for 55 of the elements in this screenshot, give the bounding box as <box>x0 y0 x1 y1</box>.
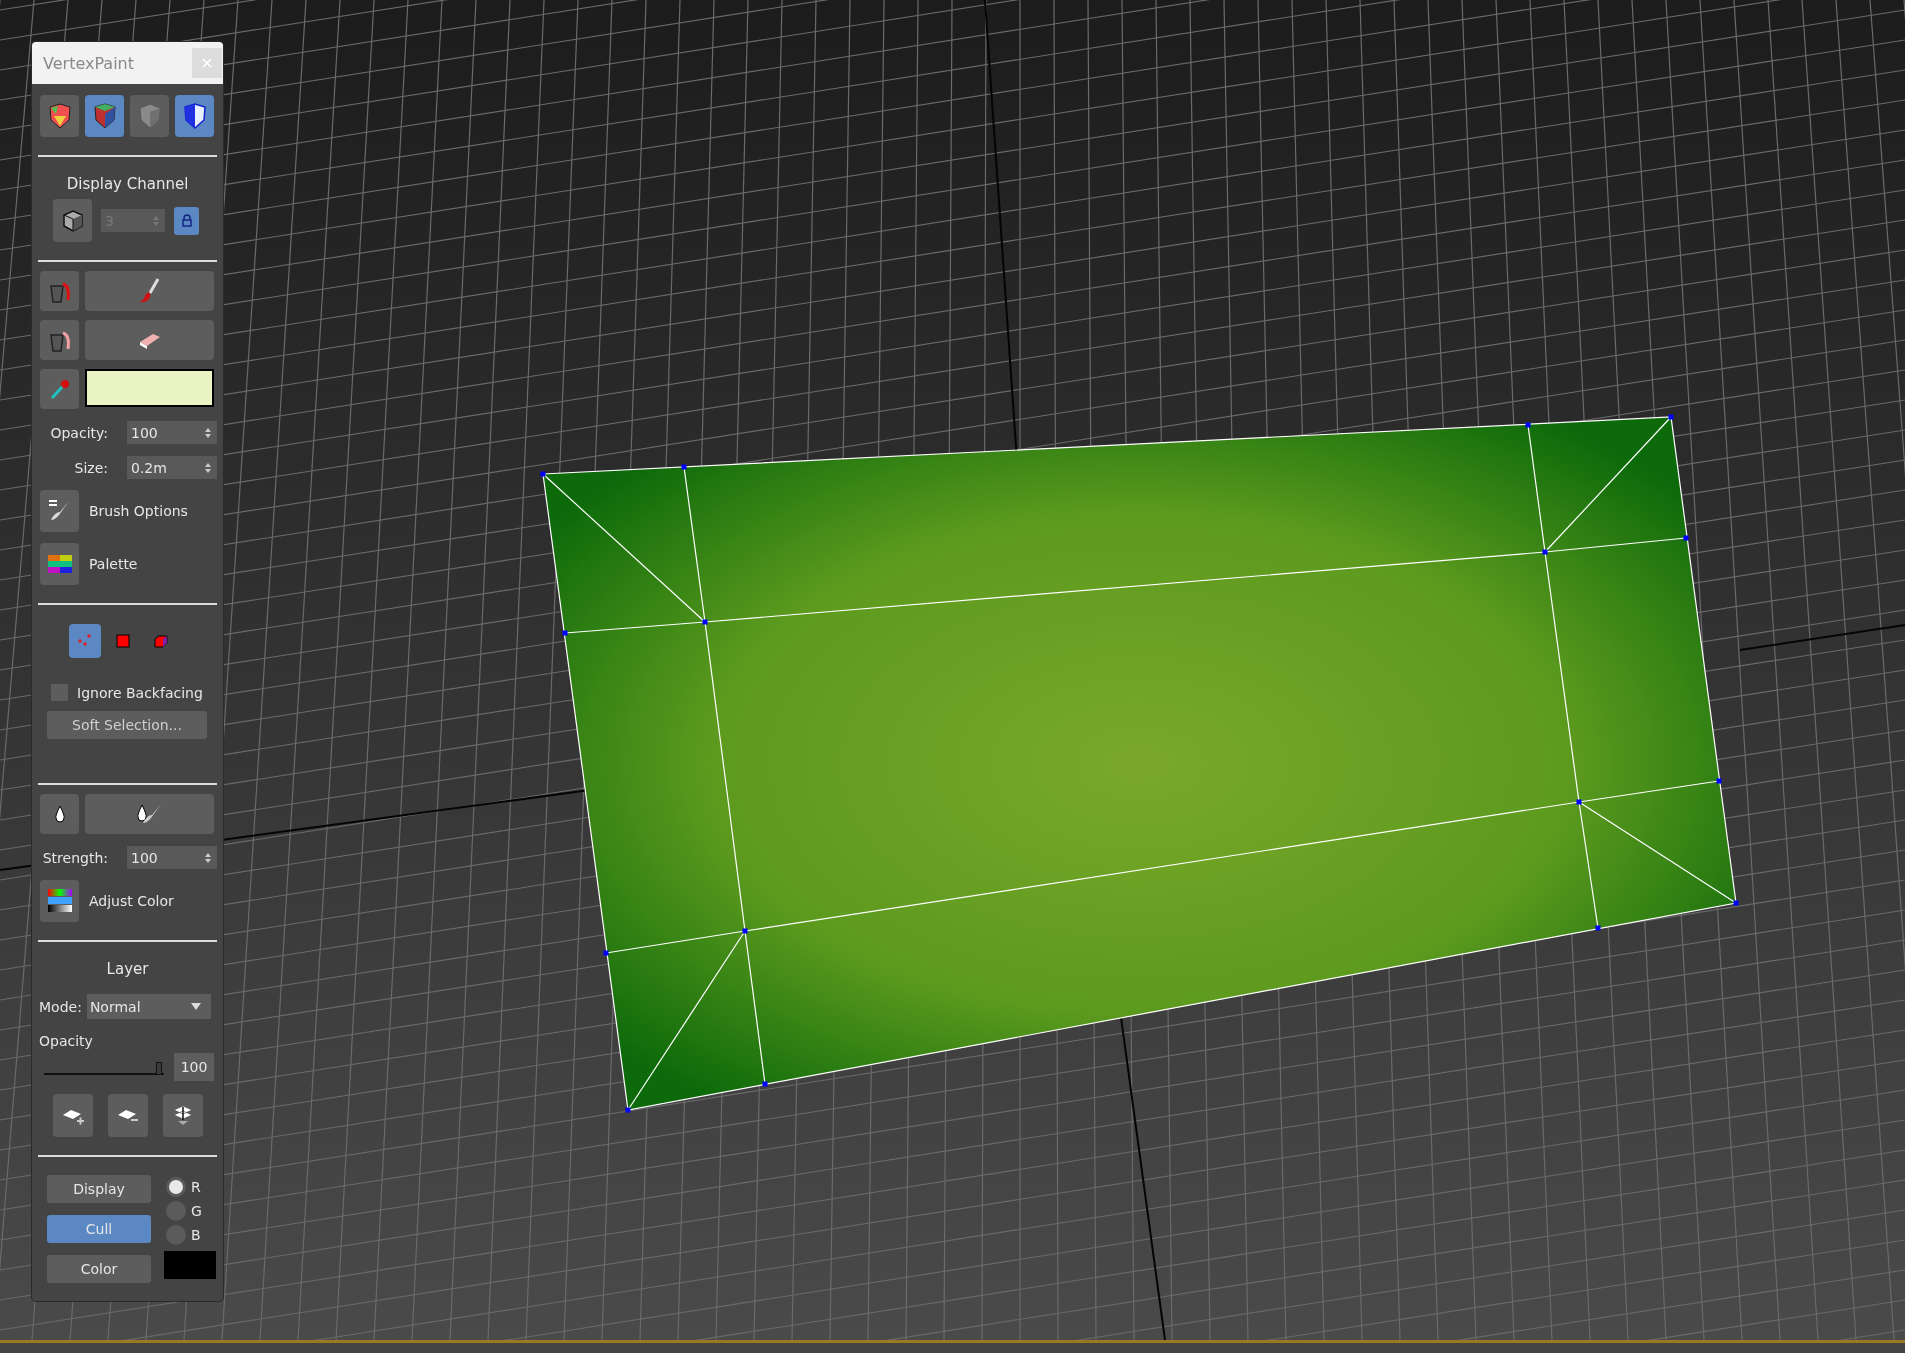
section-label: Layer <box>105 960 150 978</box>
opacity-spinner[interactable]: 100 <box>127 421 217 444</box>
paint-all-button[interactable] <box>40 271 79 311</box>
radio-button[interactable] <box>166 1177 186 1197</box>
palette-button[interactable] <box>40 543 79 585</box>
button-label: Palette <box>89 556 138 572</box>
strength-spinner[interactable]: 100 <box>127 846 217 869</box>
view-option-button[interactable]: Color <box>47 1255 151 1283</box>
view-option-button[interactable]: Display <box>47 1175 151 1203</box>
vertex-mode-button[interactable] <box>68 624 101 658</box>
checkbox-label: Ignore Backfacing <box>77 684 203 701</box>
button-label: Adjust Color <box>89 893 174 909</box>
radio-label: B <box>191 1227 201 1243</box>
palette-icon <box>47 555 72 573</box>
erase-button[interactable] <box>85 320 214 360</box>
opacity-value-field[interactable]: 100 <box>174 1053 214 1081</box>
window-title: VertexPaint <box>43 53 135 73</box>
delete-layer-button[interactable] <box>107 1094 148 1137</box>
lock-icon <box>180 213 193 228</box>
brush-options-button[interactable] <box>40 490 79 532</box>
size-spinner[interactable]: 0.2m <box>127 456 217 479</box>
color-gradient-icon <box>47 889 72 913</box>
new-layer-button[interactable] <box>52 1094 93 1137</box>
radio-label: G <box>191 1203 202 1219</box>
vertex-dots-icon <box>76 633 93 649</box>
drop-icon <box>52 804 67 824</box>
checkbox[interactable] <box>51 684 68 701</box>
channel-picker-button[interactable] <box>53 199 92 242</box>
display-mode-button[interactable] <box>40 95 79 137</box>
merge-layers-button[interactable] <box>162 1094 203 1137</box>
paint-color-swatch[interactable] <box>85 369 214 407</box>
strength-label: Strength: <box>41 849 108 866</box>
opacity-label: Opacity: <box>49 424 108 441</box>
radio-label: R <box>191 1179 201 1195</box>
color-picker-button[interactable] <box>40 369 79 409</box>
dropdown-arrow-icon <box>190 1002 201 1011</box>
square-icon <box>114 633 131 649</box>
opacity-slider[interactable] <box>44 1060 164 1078</box>
slider-thumb[interactable] <box>156 1062 162 1075</box>
mode-label: Mode: <box>39 998 82 1015</box>
blur-brush-button[interactable] <box>85 794 214 834</box>
soft-selection-button[interactable]: Soft Selection... <box>47 711 207 739</box>
blur-all-button[interactable] <box>40 794 79 834</box>
size-label: Size: <box>73 459 108 476</box>
close-icon <box>202 58 212 68</box>
adjust-color-button[interactable] <box>40 880 79 922</box>
opacity-label: Opacity <box>38 1033 94 1049</box>
view-option-button[interactable]: Cull <box>47 1215 151 1243</box>
erase-all-button[interactable] <box>40 320 79 360</box>
display-mode-button[interactable] <box>85 95 124 137</box>
section-label: Display Channel <box>65 175 190 193</box>
display-mode-button[interactable] <box>175 95 214 137</box>
button-label: Brush Options <box>89 503 188 519</box>
mode-dropdown[interactable]: Normal <box>86 994 211 1019</box>
display-color-swatch[interactable] <box>164 1251 216 1279</box>
